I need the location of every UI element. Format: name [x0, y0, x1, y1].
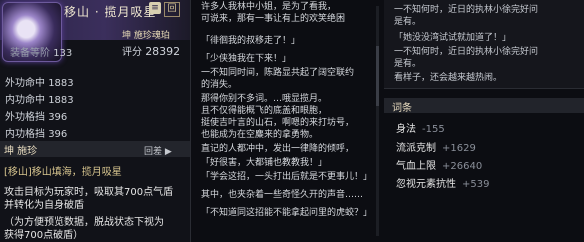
skill-title: [移山]移山填海，揽月吸星 — [4, 167, 122, 178]
lore-line: 可说来，那有一事让有上的欢笑绝困 — [201, 14, 346, 24]
note-line: 「她没没湾试试就加道了！」 — [394, 33, 512, 43]
lore-line: 「好很害，大都铺也教教我！」 — [201, 158, 328, 168]
attribute-row: 忽视元素抗性 +539 — [396, 179, 490, 190]
note-line: 看样子，还会越来越热闹。 — [394, 73, 503, 83]
item-name: 移山 · 揽月吸星 — [64, 5, 157, 19]
note-line: 是有。 — [394, 59, 422, 69]
attribute-row: 气血上限 +26640 — [396, 161, 483, 172]
stat-row: 外功格挡 396 — [5, 112, 68, 123]
item-badge[interactable]: 回 — [164, 2, 180, 17]
attributes-section-header: 词条 — [384, 98, 584, 114]
lore-line: 「少侠独我在下来！」 — [201, 54, 292, 64]
detail-button[interactable]: 回差 ▶ — [144, 144, 172, 157]
equip-score: 评分 28392 — [122, 45, 181, 58]
lore-line: 「学会这招，一头打出后就是不更事儿！」 — [201, 172, 373, 182]
lore-line: 直记的人都冲中，发出一律降的倾呼， — [201, 144, 355, 154]
note-line: 是有。 — [394, 17, 422, 27]
lore-line: 且不仅得能概飞的底盖和眼胞， — [201, 106, 328, 116]
stat-row: 内功格挡 396 — [5, 129, 68, 140]
skill-desc-line: 并转化为自身破盾 — [4, 200, 84, 211]
lore-line: 的消失。 — [201, 80, 238, 90]
lore-line: 许多人我林中小姐，是为了看我， — [201, 2, 337, 12]
stat-row: 内功命中 1883 — [5, 95, 74, 106]
scrollbar-thumb[interactable] — [376, 46, 379, 106]
lock-icon[interactable]: ≡ — [149, 2, 161, 14]
lore-line: 「徘徊我的叔移走了！」 — [201, 36, 301, 46]
lore-line: 其中，也夹杂着一些奇怪久开的声音…… — [201, 190, 364, 200]
attributes-panel: 一不知何时，近日的执林小徐完好问 是有。 「她没没湾试试就加道了！」 一不知何时… — [384, 0, 584, 242]
lore-line: 一不知同时间，陈路显共起了阔空联约 — [201, 68, 355, 78]
skill-desc-line: 获得700点破盾） — [4, 230, 84, 241]
lore-line: 也能成为在空麋来的拿勇物。 — [201, 130, 319, 140]
lore-scrollbar[interactable] — [376, 6, 379, 236]
lore-line: 那得你别不多词。…哦显揽月。 — [201, 94, 328, 104]
lore-line: 「不知道同这招能不能拿起问里的虎蛟？」 — [201, 208, 373, 218]
item-tooltip-panel: 移山 · 揽月吸星 ≡ 回 坤 施珍魂珀 装备等阶 133 评分 28392 外… — [0, 0, 191, 242]
attribute-row: 身法 -155 — [396, 124, 445, 135]
lore-line: 挺使吉叶言的山石，啊嗯的来打坊号， — [201, 118, 355, 128]
lore-panel: 许多人我林中小姐，是为了看我， 可说来，那有一事让有上的欢笑绝困 「徘徊我的叔移… — [193, 0, 381, 242]
equip-level: 装备等阶 133 — [10, 48, 73, 59]
attribute-row: 流派克制 +1629 — [396, 143, 476, 154]
stat-row: 外功命中 1883 — [5, 78, 74, 89]
slot-label: 坤 施珍魂珀 — [122, 31, 170, 41]
